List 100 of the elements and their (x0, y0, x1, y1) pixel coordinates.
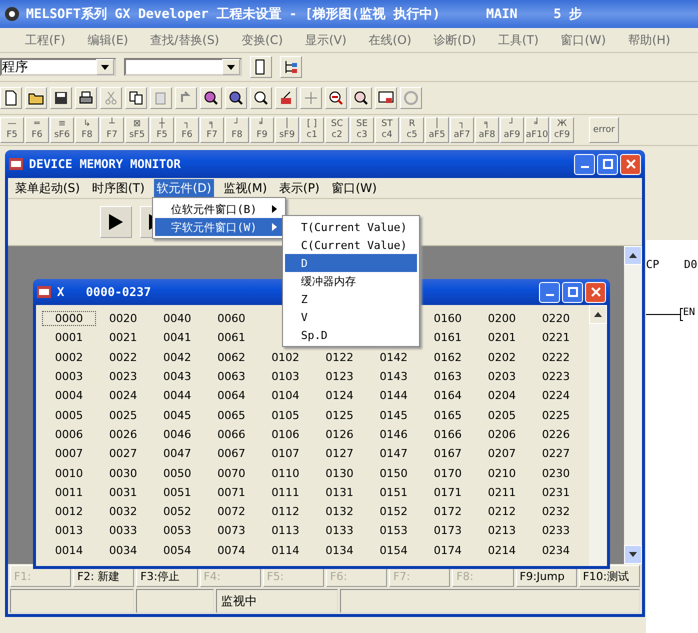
menu-item[interactable]: 窗口(W) (328, 178, 380, 198)
new-file-icon[interactable] (0, 87, 22, 109)
ladder-symbol-button[interactable]: ≡ sF6 (50, 117, 74, 143)
copy-icon[interactable] (125, 87, 147, 109)
device-address: 0063 (216, 370, 246, 384)
menu-item[interactable]: 帮助(H) (624, 30, 674, 50)
menu-item[interactable]: 监视(M) (220, 178, 270, 198)
maximize-button[interactable] (597, 154, 618, 174)
menu-item[interactable]: 软元件(D) (154, 178, 214, 198)
menu-item[interactable]: 时序图(T) (88, 178, 148, 198)
ladder-symbol-button[interactable]: Ж cF9 (550, 117, 574, 143)
ladder-symbol-button[interactable]: ╕ aF8 (475, 117, 499, 143)
ladder-symbol-button[interactable]: R c5 (400, 117, 424, 143)
device-address: 0106 (270, 428, 300, 441)
device-address: 0112 (270, 505, 300, 518)
menu-item[interactable]: 工具(T) (495, 30, 542, 50)
window-title: X 0000-0237 (57, 285, 151, 299)
menu-item[interactable]: 查找/替换(S) (147, 30, 222, 50)
ladder-symbol-button[interactable]: │ aF5 (425, 117, 449, 143)
scroll-up-icon (629, 253, 637, 258)
ladder-symbol-button[interactable]: │ sF9 (275, 117, 299, 143)
menu-option[interactable]: Z (285, 290, 417, 308)
device-address: 0126 (324, 428, 355, 441)
ladder-contact: EN (683, 307, 696, 318)
ladder-symbol-button[interactable]: ╛ aF10 (525, 117, 549, 143)
ladder-symbol-button[interactable]: ┐ F6 (175, 117, 199, 143)
app-icon (37, 286, 51, 298)
menu-item[interactable]: 诊断(D) (430, 30, 479, 50)
device-address: 0025 (108, 408, 138, 422)
menu-option[interactable]: V (285, 308, 417, 326)
ladder-symbol-button[interactable]: ┐ aF7 (450, 117, 474, 143)
tree-icon[interactable] (280, 56, 302, 78)
ladder-symbol-button[interactable]: ╛ F9 (250, 117, 274, 143)
menu-option[interactable]: T(Current Value) (285, 218, 417, 236)
menu-item[interactable]: 表示(P) (276, 178, 323, 198)
device-address: 0072 (216, 505, 246, 518)
ladder-symbol-button[interactable]: ═ F6 (25, 117, 49, 143)
menu-option[interactable]: Sp.D (285, 326, 417, 344)
device-address: 0007 (54, 447, 84, 460)
device-address: 0224 (540, 389, 571, 402)
device-address: 0124 (324, 389, 355, 402)
scrollbar[interactable] (589, 305, 607, 566)
ladder-symbol-button[interactable]: ↳ F8 (75, 117, 99, 143)
device-address: 0061 (216, 331, 246, 344)
menu-item[interactable]: 显示(V) (302, 30, 350, 50)
zoom-icon[interactable] (325, 87, 347, 109)
menu-option[interactable]: 位软元件窗口(B) (155, 200, 283, 218)
magnifier-icon[interactable] (225, 87, 247, 109)
device-address: 0165 (432, 408, 463, 422)
zoom-icon[interactable] (350, 87, 372, 109)
menu-option[interactable]: C(Current Value) (285, 236, 417, 254)
menu-option[interactable]: 缓冲器内存 (285, 272, 417, 290)
menu-item[interactable]: 在线(O) (366, 30, 414, 50)
ladder-symbol-button[interactable]: ⊠ sF5 (125, 117, 149, 143)
maximize-button[interactable] (562, 282, 583, 302)
magnifier-icon[interactable] (250, 87, 272, 109)
save-icon[interactable] (50, 87, 72, 109)
menu-item[interactable]: 菜单起动(S) (12, 178, 83, 198)
minimize-button[interactable] (574, 154, 595, 174)
ladder-symbol-button[interactable]: ╕ F7 (200, 117, 224, 143)
minimize-button[interactable] (539, 282, 560, 302)
magnifier-icon[interactable] (200, 87, 222, 109)
device-address: 0010 (54, 466, 84, 480)
close-button[interactable] (620, 154, 641, 174)
menu-item[interactable]: 变换(C) (238, 30, 286, 50)
ladder-symbol-button[interactable]: SC c2 (325, 117, 349, 143)
menu-option[interactable]: D (285, 254, 417, 272)
ladder-symbol-button[interactable]: [ ] c1 (300, 117, 324, 143)
dropdown-field[interactable] (124, 58, 242, 76)
device-address: 0161 (432, 331, 463, 344)
document-icon[interactable] (250, 56, 272, 78)
ladder-symbol-button[interactable]: ST c4 (375, 117, 399, 143)
print-icon[interactable] (75, 87, 97, 109)
play-icon (109, 214, 123, 230)
ladder-symbol-button[interactable]: SE c3 (350, 117, 374, 143)
dropdown-field[interactable]: 程序 (0, 58, 116, 76)
device-address: 0011 (54, 486, 84, 499)
menu-item[interactable]: 工程(F) (22, 30, 68, 50)
device-address: 0145 (378, 408, 409, 422)
menu-item[interactable]: 窗口(W) (558, 30, 609, 50)
ladder-symbol-button[interactable]: ┘ F8 (225, 117, 249, 143)
device-address: 0047 (162, 447, 192, 460)
error-button[interactable]: error (589, 117, 619, 143)
device-address: 0134 (324, 544, 355, 557)
menu-option[interactable]: 字软元件窗口(W) (155, 218, 283, 236)
ladder-symbol-button[interactable]: ┘ aF9 (500, 117, 524, 143)
device-address: 0031 (108, 486, 138, 499)
ladder-symbol-button[interactable]: ┴ F7 (100, 117, 124, 143)
ladder-symbol-button[interactable]: — F5 (0, 117, 24, 143)
device-address: 0154 (378, 544, 409, 557)
ladder-symbol-button[interactable]: ┼ F5 (150, 117, 174, 143)
play-button[interactable] (100, 206, 132, 238)
folder-icon[interactable] (25, 87, 47, 109)
device-address: 0144 (378, 389, 409, 402)
monitor-icon[interactable] (375, 87, 397, 109)
scrollbar[interactable] (624, 246, 642, 564)
menu-item[interactable]: 编辑(E) (84, 30, 132, 50)
function-key-button[interactable]: F10:测试 (578, 565, 640, 587)
device-address: 0232 (540, 505, 571, 518)
close-button[interactable] (585, 282, 606, 302)
